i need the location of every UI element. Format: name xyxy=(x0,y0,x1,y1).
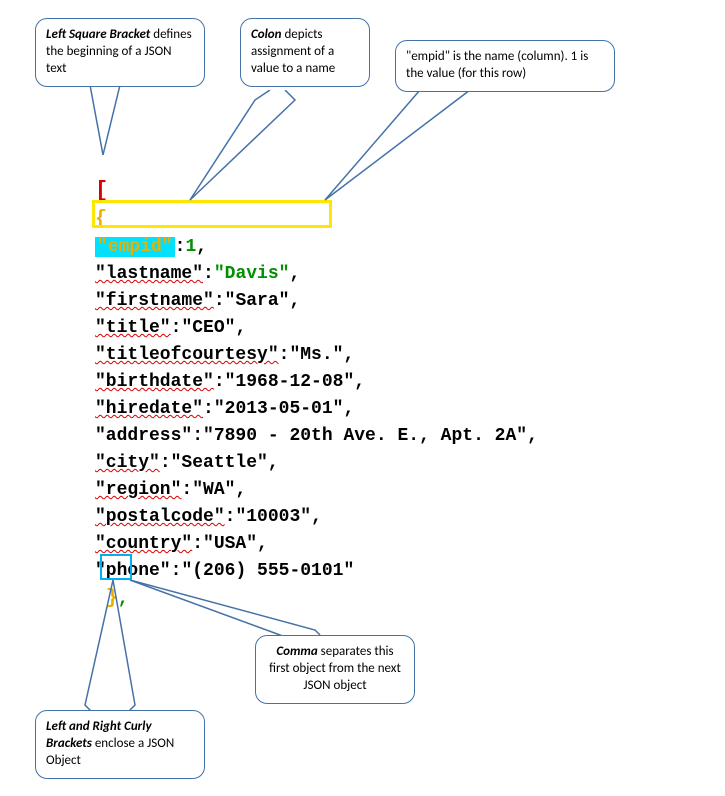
val-7: "7890 - 20th Ave. E., Apt. 2A" xyxy=(203,426,527,446)
key-title: "title" xyxy=(95,318,171,338)
callout-empid: "empid" is the name (column). 1 is the v… xyxy=(395,40,615,92)
key-country: "country" xyxy=(95,534,192,554)
key-empid: "empid" xyxy=(95,237,175,257)
val-5: "1968-12-08" xyxy=(225,372,355,392)
key-titleofcourtesy: "titleofcourtesy" xyxy=(95,345,279,365)
callout-curly-brackets: Left and Right Curly Brackets enclose a … xyxy=(35,710,205,779)
callout-left-square-bracket: Left Square Bracket defines the beginnin… xyxy=(35,18,205,87)
key-region: "region" xyxy=(95,480,181,500)
val-2: "Sara" xyxy=(225,291,290,311)
val-8: "Seattle" xyxy=(171,453,268,473)
callout-lsb-em: Left Square Bracket xyxy=(46,27,150,42)
callout-empid-body: "empid" is the name (column). 1 is the v… xyxy=(406,49,588,81)
comma-0: , xyxy=(196,237,207,257)
val-6: "2013-05-01" xyxy=(214,399,344,419)
pointer-lsb xyxy=(85,75,125,165)
pointer-empid xyxy=(320,80,500,210)
highlight-close-brace-comma xyxy=(100,554,132,580)
key-firstname: "firstname" xyxy=(95,291,214,311)
val-1: "Davis" xyxy=(214,264,290,284)
val-12: "(206) 555-0101" xyxy=(181,561,354,581)
key-postalcode: "postalcode" xyxy=(95,507,225,527)
pointer-colon xyxy=(185,90,315,210)
val-3: "CEO" xyxy=(181,318,235,338)
callout-colon: Colon depicts assignment of a value to a… xyxy=(240,18,370,87)
key-address: "address" xyxy=(95,426,192,446)
key-hiredate: "hiredate" xyxy=(95,399,203,419)
key-birthdate: "birthdate" xyxy=(95,372,214,392)
val-9: "WA" xyxy=(192,480,235,500)
callout-comma: Comma separates this first object from t… xyxy=(255,635,415,704)
val-11: "USA" xyxy=(203,534,257,554)
val-10: "10003" xyxy=(235,507,311,527)
callout-colon-em: Colon xyxy=(251,27,282,42)
key-city: "city" xyxy=(95,453,160,473)
callout-comma-em: Comma xyxy=(276,644,317,659)
colon-0: : xyxy=(175,237,186,257)
key-lastname: "lastname" xyxy=(95,264,203,284)
val-0: 1 xyxy=(185,237,196,257)
val-4: "Ms." xyxy=(289,345,343,365)
